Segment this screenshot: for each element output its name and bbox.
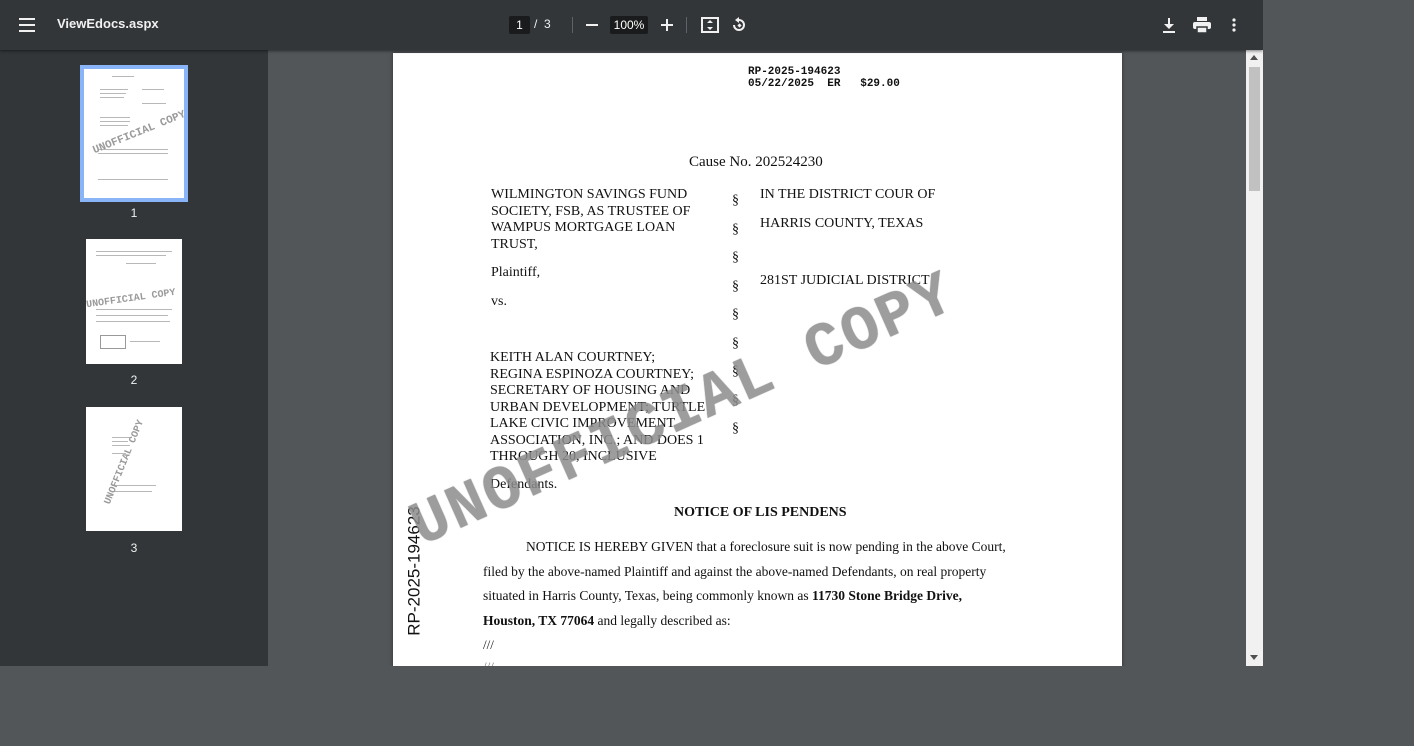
- vertical-scrollbar[interactable]: [1246, 50, 1263, 666]
- slashes-line: ///: [483, 637, 494, 652]
- body-text-line: situated in Harris County, Texas, being …: [483, 588, 963, 603]
- page-number-input[interactable]: 1: [509, 16, 530, 34]
- toolbar-divider: [686, 17, 687, 33]
- fit-to-page-icon[interactable]: [698, 13, 722, 37]
- download-icon[interactable]: [1157, 13, 1181, 37]
- menu-icon[interactable]: [12, 9, 44, 41]
- body-text-line: filed by the above-named Plaintiff and a…: [483, 564, 987, 579]
- body-text-line: Houston, TX 77064 and legally described …: [483, 613, 731, 628]
- record-number: RP-2025-194623: [748, 66, 841, 78]
- plaintiff-name: WILMINGTON SAVINGS FUND SOCIETY, FSB, AS…: [491, 187, 691, 252]
- thumbnail-label-2: 2: [130, 373, 138, 387]
- pdf-toolbar: ViewEdocs.aspx 1 / 3 100%: [0, 0, 1263, 50]
- document-title: ViewEdocs.aspx: [57, 16, 159, 31]
- document-page: RP-2025-194623 05/22/2025 ER $29.00 Caus…: [393, 53, 1122, 666]
- thumbnail-page-3[interactable]: UNOFFICIAL COPY: [86, 407, 182, 531]
- slashes-line: ///: [483, 659, 494, 666]
- thumbnail-label-3: 3: [130, 541, 138, 555]
- toolbar-divider: [572, 17, 573, 33]
- page-total: 3: [544, 17, 551, 31]
- thumbnail-watermark: UNOFFICIAL COPY: [86, 287, 177, 312]
- record-date-fee: 05/22/2025 ER $29.00: [748, 78, 900, 90]
- thumbnail-page-2[interactable]: UNOFFICIAL COPY: [86, 239, 182, 364]
- versus-label: vs.: [491, 294, 507, 309]
- more-options-icon[interactable]: [1222, 13, 1246, 37]
- body-text-line: NOTICE IS HEREBY GIVEN that a foreclosur…: [526, 539, 1006, 554]
- notice-title: NOTICE OF LIS PENDENS: [674, 505, 847, 520]
- zoom-input[interactable]: 100%: [610, 16, 648, 34]
- court-name: IN THE DISTRICT COUR OF: [760, 187, 936, 202]
- scroll-down-icon[interactable]: [1250, 655, 1258, 660]
- print-icon[interactable]: [1190, 13, 1214, 37]
- thumbnail-watermark: UNOFFICIAL COPY: [103, 418, 147, 507]
- pdf-viewer: ViewEdocs.aspx 1 / 3 100% UNOFFICIAL COP…: [0, 0, 1263, 666]
- rotate-icon[interactable]: [727, 13, 751, 37]
- thumbnail-label-1: 1: [130, 206, 138, 220]
- page-separator: /: [534, 17, 538, 31]
- plaintiff-label: Plaintiff,: [491, 265, 541, 280]
- cause-number: Cause No. 202524230: [689, 154, 823, 170]
- scrollbar-thumb[interactable]: [1249, 67, 1260, 191]
- zoom-out-icon[interactable]: [580, 13, 604, 37]
- court-county: HARRIS COUNTY, TEXAS: [760, 216, 924, 231]
- zoom-in-icon[interactable]: [655, 13, 679, 37]
- thumbnail-page-1[interactable]: UNOFFICIAL COPY: [80, 65, 188, 202]
- thumbnail-sidebar: UNOFFICIAL COPY 1 UNOFFICIAL COPY 2 UNOF…: [0, 50, 268, 666]
- scroll-up-icon[interactable]: [1250, 55, 1258, 60]
